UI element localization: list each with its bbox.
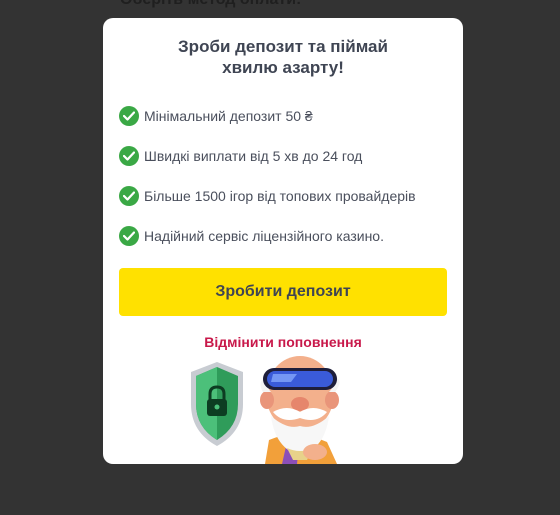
feature-text: Мінімальний депозит 50 ₴ — [144, 108, 313, 124]
check-circle-icon — [119, 106, 139, 126]
check-circle-icon — [119, 226, 139, 246]
check-circle-icon — [119, 146, 139, 166]
check-circle-icon — [119, 186, 139, 206]
feature-list: Мінімальний депозит 50 ₴ Швидкі виплати … — [119, 96, 463, 256]
feature-item: Мінімальний депозит 50 ₴ — [119, 96, 463, 136]
cancel-deposit-link[interactable]: Відмінити поповнення — [103, 334, 463, 350]
modal-title-line-2: хвилю азарту! — [222, 58, 344, 77]
background-heading: Оберіть метод оплати: — [120, 0, 301, 9]
feature-item: Більше 1500 ігор від топових провайдерів — [119, 176, 463, 216]
feature-item: Швидкі виплати від 5 хв до 24 год — [119, 136, 463, 176]
feature-text: Надійний сервіс ліцензійного казино. — [144, 228, 384, 244]
deposit-modal: Зроби депозит та піймай хвилю азарту! Мі… — [103, 18, 463, 464]
make-deposit-button[interactable]: Зробити депозит — [119, 268, 447, 316]
modal-title: Зроби депозит та піймай хвилю азарту! — [103, 36, 463, 78]
mascot-shield-illustration — [191, 356, 340, 464]
feature-text: Більше 1500 ігор від топових провайдерів — [144, 188, 416, 204]
feature-item: Надійний сервіс ліцензійного казино. — [119, 216, 463, 256]
modal-title-line-1: Зроби депозит та піймай — [178, 37, 388, 56]
feature-text: Швидкі виплати від 5 хв до 24 год — [144, 148, 363, 164]
